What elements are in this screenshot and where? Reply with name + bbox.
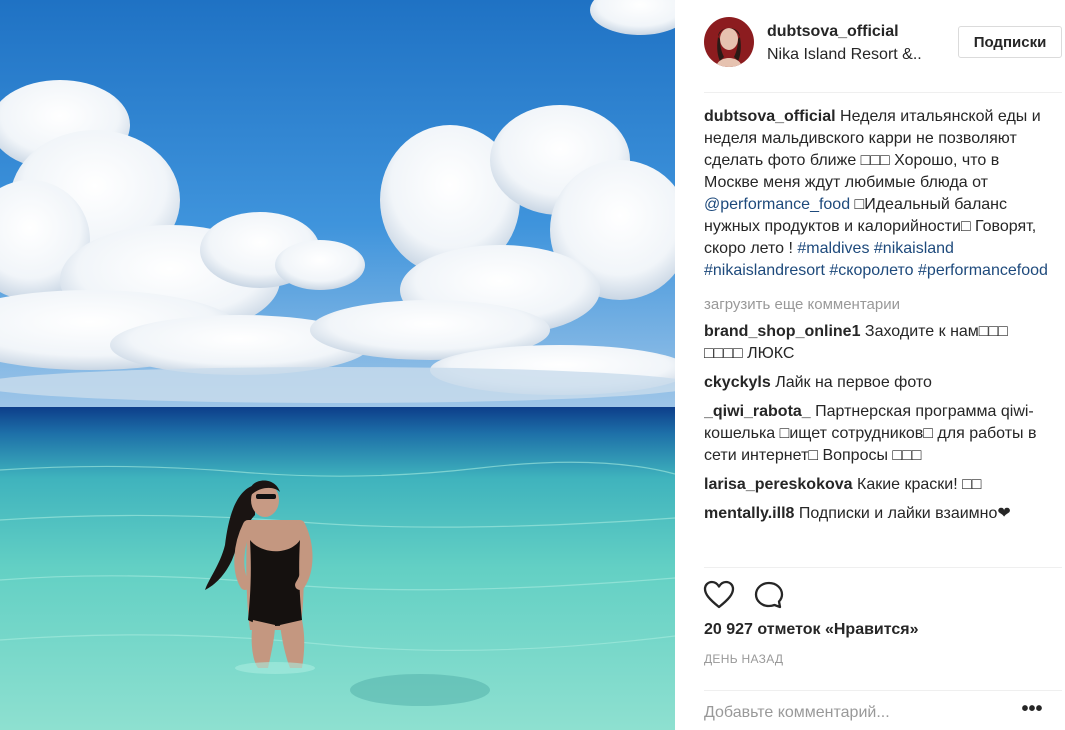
input-divider (704, 690, 1062, 691)
like-button[interactable] (703, 580, 735, 610)
heart-icon (703, 580, 735, 609)
post-photo[interactable] (0, 0, 675, 730)
comments-list[interactable]: dubtsova_official Неделя итальянской еды… (704, 106, 1049, 568)
comment-item: brand_shop_online1 Заходите к нам□□□ □□□… (704, 321, 1049, 365)
beach-photo-image (0, 0, 675, 730)
comment-username[interactable]: brand_shop_online1 (704, 323, 860, 340)
post-actions (703, 580, 823, 610)
comment-item: larisa_pereskokova Какие краски! □□ (704, 474, 1049, 496)
comment-username[interactable]: _qiwi_rabota_ (704, 403, 811, 420)
post-location[interactable]: Nika Island Resort &.. (767, 46, 922, 64)
comment-text: Подписки и лайки взаимно❤ (798, 505, 1011, 522)
hashtag-link[interactable]: #nikaislandresort (704, 262, 825, 279)
comment-item: ckyckyls Лайк на первое фото (704, 372, 1049, 394)
load-more-comments-link[interactable]: загрузить еще комментарии (704, 295, 1049, 315)
header-divider (704, 92, 1062, 93)
post-timestamp[interactable]: ДЕНЬ НАЗАД (704, 652, 783, 666)
post-side-panel: dubtsova_official Nika Island Resort &..… (675, 0, 1065, 730)
more-options-icon[interactable]: ••• (1020, 699, 1044, 720)
comment-button[interactable] (753, 580, 785, 610)
avatar-image (704, 17, 754, 67)
comment-item: mentally.ill8 Подписки и лайки взаимно❤ (704, 503, 1049, 525)
likes-count[interactable]: 20 927 отметок «Нравится» (704, 621, 919, 639)
hashtag-link[interactable]: #performancefood (918, 262, 1048, 279)
comment-text: Лайк на первое фото (775, 374, 932, 391)
comment-item: _qiwi_rabota_ Партнерская программа qiwi… (704, 401, 1049, 467)
comment-username[interactable]: mentally.ill8 (704, 505, 794, 522)
add-comment-input[interactable] (704, 702, 1024, 724)
hashtag-link[interactable]: #скоролето (829, 262, 913, 279)
caption-username[interactable]: dubtsova_official (704, 108, 836, 125)
comment-username[interactable]: ckyckyls (704, 374, 771, 391)
caption-mention-link[interactable]: @performance_food (704, 196, 850, 213)
actions-divider (704, 567, 1062, 568)
comment-text: Какие краски! □□ (857, 476, 982, 493)
following-button[interactable]: Подписки (958, 26, 1062, 58)
avatar[interactable] (704, 17, 754, 67)
post-author-username[interactable]: dubtsova_official (767, 23, 899, 41)
post-caption: dubtsova_official Неделя итальянской еды… (704, 106, 1049, 282)
post-header: dubtsova_official Nika Island Resort &..… (675, 0, 1065, 92)
instagram-post: dubtsova_official Nika Island Resort &..… (0, 0, 1065, 730)
hashtag-link[interactable]: #maldives (797, 240, 869, 257)
comment-bubble-icon (754, 581, 784, 609)
hashtag-link[interactable]: #nikaisland (874, 240, 954, 257)
comment-username[interactable]: larisa_pereskokova (704, 476, 853, 493)
